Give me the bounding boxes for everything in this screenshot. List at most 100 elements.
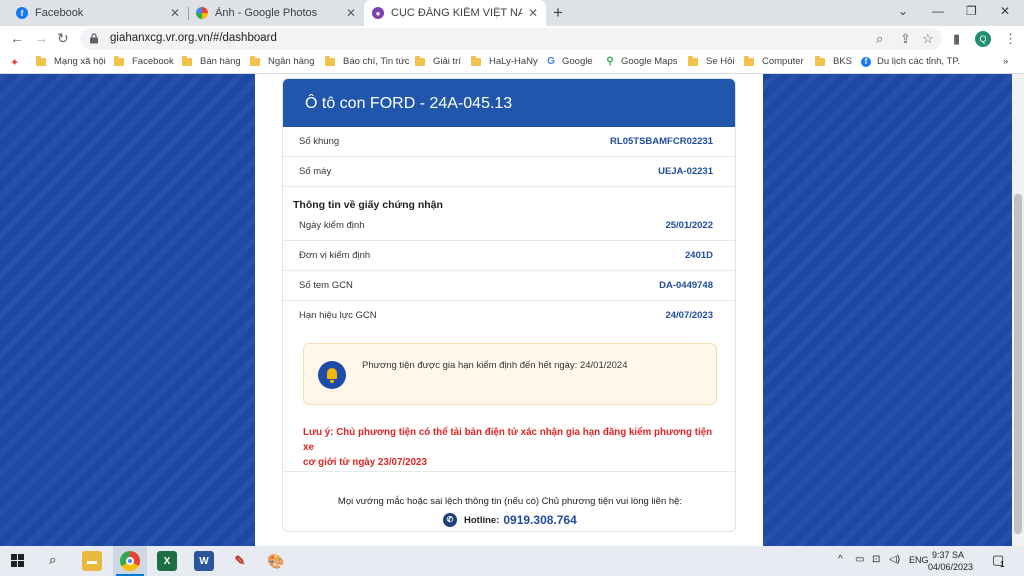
cert-section-title: Thông tin về giấy chứng nhận [293,199,443,211]
bookmark-giai-tri[interactable]: Giải trí [415,55,461,67]
bookmark-ngan-hang[interactable]: Ngân hàng [250,55,315,67]
reload-icon[interactable]: ↻ [57,30,69,47]
browser-toolbar: ← → ↻ giahanxcg.vr.org.vn/#/dashboard ⌕ … [0,26,1024,52]
tab-title: Facebook [35,7,84,19]
search-icon[interactable]: ⌕ [49,552,56,568]
field-label: Số khung [299,136,340,147]
chrome-icon[interactable] [120,551,140,571]
bookmark-star-icon[interactable]: ☆ [922,31,934,47]
maps-icon: ⚲ [606,56,614,67]
row-so-khung: Số khung RL05TSBAMFCR02231 [283,127,735,157]
facebook-icon: f [16,7,28,19]
file-explorer-icon[interactable]: ▬ [82,551,102,571]
bookmark-label: Computer [762,56,804,67]
bookmark-label: Giải trí [433,56,461,67]
folder-icon [114,55,124,66]
field-value: DA-0449748 [659,280,713,291]
field-label: Ngày kiểm định [299,220,365,231]
address-bar[interactable]: giahanxcg.vr.org.vn/#/dashboard ⌕ ⇪ ☆ [80,28,942,50]
profile-avatar[interactable]: Q [975,31,991,47]
close-icon[interactable]: ✕ [528,6,538,20]
notification-count: 1 [1000,560,1005,569]
url-text[interactable]: giahanxcg.vr.org.vn/#/dashboard [110,32,277,44]
field-value: RL05TSBAMFCR02231 [610,136,713,147]
bell-icon [318,361,346,389]
share-icon[interactable]: ⇪ [900,31,911,47]
apps-icon[interactable]: ✦ [10,56,19,69]
tab-facebook[interactable]: f Facebook ✕ [8,0,188,26]
chevron-down-icon[interactable]: ⌄ [898,4,908,18]
warning-line: cơ giới từ ngày 23/07/2023 [303,457,427,468]
lock-icon[interactable] [89,33,99,44]
field-label: Số máy [299,166,332,177]
google-icon: G [547,56,555,67]
back-icon[interactable]: ← [10,30,24,46]
zoom-icon[interactable]: ⌕ [876,31,883,47]
dang-kiem-logo-icon: ● [372,7,384,19]
bookmark-label: Ngân hàng [268,56,315,67]
more-menu-icon[interactable]: ⋮ [1004,31,1017,47]
side-panel-icon[interactable]: ▮ [953,31,960,47]
paint-icon[interactable]: 🎨 [266,551,286,571]
bookmark-label: Se Hỏi [706,56,735,67]
windows-start-icon[interactable] [11,554,24,567]
bookmark-label: Google [562,56,593,67]
close-window-icon[interactable]: ✕ [1000,4,1010,18]
tab-google-photos[interactable]: Ảnh - Google Photos ✕ [188,0,364,26]
more-bookmarks-icon[interactable]: » [1003,56,1008,67]
bookmark-google-maps[interactable]: ⚲ Google Maps [605,56,677,67]
app-icon[interactable]: ✎ [230,551,250,571]
battery-icon[interactable]: ▭ [855,554,864,565]
row-don-vi-kiem-dinh: Đơn vị kiểm định 2401D [283,241,735,271]
bookmark-label: Bán hàng [200,56,241,67]
folder-icon [815,55,825,66]
bookmark-facebook[interactable]: Facebook [114,55,174,67]
forward-icon[interactable]: → [34,30,48,46]
hotline: ✆ Hotline: 0919.308.764 [443,513,577,527]
bookmark-google[interactable]: G Google [546,56,593,67]
scrollbar-thumb[interactable] [1014,194,1022,534]
chevron-up-icon[interactable]: ^ [838,554,843,565]
bookmark-label: BKS [833,56,853,67]
field-label: Số tem GCN [299,280,353,291]
tab-cuc-dang-kiem[interactable]: ● CỤC ĐĂNG KIỂM VIỆT NAM ✕ [364,0,546,26]
bookmark-bks[interactable]: BKS [815,55,853,67]
bookmark-haly-hany[interactable]: HaLy-HaNy [471,55,538,67]
clock-date: 04/06/2023 [928,562,974,572]
excel-icon[interactable]: X [157,551,177,571]
facebook-icon: f [861,56,871,67]
page-scrollbar[interactable] [1012,74,1024,546]
tab-title: Ảnh - Google Photos [215,7,318,19]
clock[interactable]: 9:37 SA 04/06/2023 [928,549,974,573]
volume-icon[interactable]: ◁) [889,554,900,565]
hotline-number[interactable]: 0919.308.764 [503,513,576,527]
folder-icon [688,55,698,66]
windows-taskbar: ⌕ ▬ X W ✎ 🎨 ^ ▭ ⊡ ◁) ENG 9:37 SA 04/06/2… [0,546,1024,576]
minimize-icon[interactable]: — [932,4,944,18]
field-value: 2401D [685,250,713,261]
bookmark-bao-chi[interactable]: Báo chí, Tin tức [325,55,410,67]
language-indicator[interactable]: ENG [909,555,929,565]
field-value: 24/07/2023 [665,310,713,321]
folder-icon [744,55,754,66]
word-icon[interactable]: W [194,551,214,571]
folder-icon [36,55,46,66]
row-so-may: Số máy UEJA-02231 [283,157,735,187]
close-icon[interactable]: ✕ [170,6,180,20]
clock-time: 9:37 SA [931,550,965,560]
bookmark-du-lich[interactable]: f Du lịch các tỉnh, TP. [861,56,960,67]
contact-footer: Mọi vướng mắc hoặc sai lệch thông tin (n… [283,471,735,531]
field-value: 25/01/2022 [665,220,713,231]
restore-icon[interactable]: ❐ [966,4,977,18]
bookmark-label: HaLy-HaNy [489,56,538,67]
folder-icon [325,55,335,66]
bookmark-se-hoi[interactable]: Se Hỏi [688,55,735,67]
hotline-label: Hotline: [464,514,500,526]
new-tab-icon[interactable]: + [553,3,563,23]
bookmark-mang-xa-hoi[interactable]: Mạng xã hội [36,55,106,67]
close-icon[interactable]: ✕ [346,6,356,20]
field-value: UEJA-02231 [658,166,713,177]
network-icon[interactable]: ⊡ [872,554,880,565]
bookmark-ban-hang[interactable]: Bán hàng [182,55,241,67]
bookmark-computer[interactable]: Computer [744,55,804,67]
